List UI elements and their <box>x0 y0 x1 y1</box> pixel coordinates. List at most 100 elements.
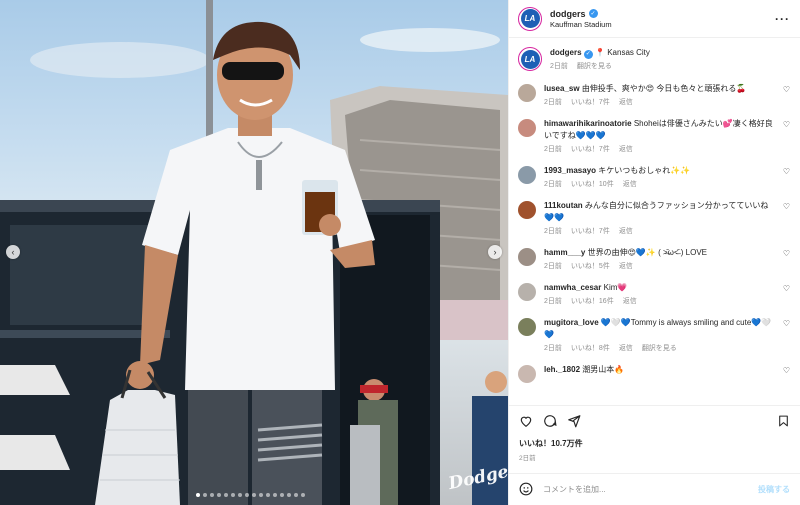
dodgers-logo: LA <box>520 49 540 69</box>
carousel-dot <box>301 493 305 497</box>
bookmark-icon[interactable] <box>777 414 790 430</box>
heart-icon[interactable]: ♡ <box>778 284 790 293</box>
commenter-avatar[interactable] <box>518 119 536 137</box>
comment-time[interactable]: 2日前 <box>544 296 562 306</box>
carousel-dot <box>294 493 298 497</box>
comment-time[interactable]: 2日前 <box>544 343 562 353</box>
reply-button[interactable]: 返信 <box>623 179 637 189</box>
comment-username[interactable]: 111koutan <box>544 201 583 210</box>
reply-button[interactable]: 返信 <box>623 296 637 306</box>
carousel-dot <box>231 493 235 497</box>
comment-time[interactable]: 2日前 <box>544 97 562 107</box>
comment-like-count[interactable]: いいね！8件 <box>571 343 610 353</box>
comment-item: 1993_masayo キケいつもおしゃれ✨✨ 2日前 いいね！10件 返信 ♡ <box>518 165 790 189</box>
carousel-dot <box>273 493 277 497</box>
heart-icon[interactable]: ♡ <box>778 366 790 375</box>
comment-like-count[interactable]: いいね！7件 <box>571 144 610 154</box>
share-icon[interactable] <box>567 414 581 430</box>
commenter-avatar[interactable] <box>518 84 536 102</box>
commenter-avatar[interactable] <box>518 365 536 383</box>
commenter-avatar[interactable] <box>518 166 536 184</box>
comment-username[interactable]: leh._1802 <box>544 365 580 374</box>
carousel-dot <box>196 493 200 497</box>
post-header: LA dodgers ✓ Kauffman Stadium ··· <box>509 0 800 38</box>
reply-button[interactable]: 返信 <box>619 343 633 353</box>
comment-like-count[interactable]: いいね！7件 <box>571 226 610 236</box>
heart-icon[interactable]: ♡ <box>778 120 790 129</box>
carousel-dot <box>266 493 270 497</box>
comment-like-count[interactable]: いいね！5件 <box>571 261 610 271</box>
post-date: 2日前 <box>519 455 536 462</box>
comment-item: himawarihikarinoatorie Shoheiは俳優さんみたい💕凄く… <box>518 118 790 154</box>
commenter-avatar[interactable] <box>518 318 536 336</box>
heart-icon[interactable]: ♡ <box>778 202 790 211</box>
comment-username[interactable]: himawarihikarinoatorie <box>544 119 632 128</box>
avatar[interactable]: LA <box>518 6 542 31</box>
reply-button[interactable]: 返信 <box>619 226 633 236</box>
heart-icon[interactable]: ♡ <box>778 167 790 176</box>
carousel-dot <box>217 493 221 497</box>
comment-username[interactable]: mugitora_love <box>544 318 599 327</box>
comment-username[interactable]: lusea_sw <box>544 84 580 93</box>
reply-button[interactable]: 返信 <box>619 97 633 107</box>
photo-illustration <box>0 0 508 505</box>
carousel-dot <box>280 493 284 497</box>
like-count[interactable]: いいね！10.7万件 <box>519 438 790 449</box>
comment-input[interactable]: コメントを追加... <box>543 484 758 495</box>
reply-button[interactable]: 返信 <box>619 144 633 154</box>
commenter-avatar[interactable] <box>518 283 536 301</box>
comment-username[interactable]: hamm___y <box>544 248 585 257</box>
commenter-avatar[interactable] <box>518 248 536 266</box>
carousel-dot <box>210 493 214 497</box>
caption-time[interactable]: 2日前 <box>550 61 568 71</box>
heart-icon[interactable]: ♡ <box>778 319 790 328</box>
post-side-panel: LA dodgers ✓ Kauffman Stadium ··· LA dod… <box>508 0 800 505</box>
post-comment-button[interactable]: 投稿する <box>758 484 790 495</box>
comment-like-count[interactable]: いいね！16件 <box>571 296 614 306</box>
comment-text: 潮男山本🔥 <box>582 365 625 374</box>
comment-time[interactable]: 2日前 <box>544 144 562 154</box>
carousel-dot <box>224 493 228 497</box>
comment-icon[interactable] <box>543 414 557 430</box>
heart-icon[interactable] <box>519 414 533 430</box>
comment-time[interactable]: 2日前 <box>544 226 562 236</box>
comment-like-count[interactable]: いいね！10件 <box>571 179 614 189</box>
comment-item: mugitora_love 💙🤍💙Tommy is always smiling… <box>518 317 790 353</box>
chevron-right-icon[interactable]: › <box>488 245 502 259</box>
dodgers-logo: LA <box>520 9 540 28</box>
more-horizontal-icon[interactable]: ··· <box>775 12 790 26</box>
chevron-left-icon[interactable]: ‹ <box>6 245 20 259</box>
commenter-avatar[interactable] <box>518 201 536 219</box>
see-translation-link[interactable]: 翻訳を見る <box>642 343 677 353</box>
verified-badge-icon: ✓ <box>583 49 593 59</box>
comment-time[interactable]: 2日前 <box>544 261 562 271</box>
comment-text: 世界の由伸😍💙✨ ( ˃̶᷄ω˂̶᷅ ) LOVE <box>587 248 708 257</box>
comment-items: lusea_sw 由伸投手、爽やか😍 今日も色々と頑張れる🍒 2日前 いいね！7… <box>518 83 790 383</box>
caption-text: 📍 Kansas City <box>595 48 650 57</box>
reply-button[interactable]: 返信 <box>619 261 633 271</box>
comment-text: 由伸投手、爽やか😍 今日も色々と頑張れる🍒 <box>581 84 747 93</box>
heart-icon[interactable]: ♡ <box>778 249 790 258</box>
add-comment-bar: コメントを追加... 投稿する <box>509 473 800 505</box>
comment-username[interactable]: 1993_masayo <box>544 166 596 175</box>
comment-time[interactable]: 2日前 <box>544 179 562 189</box>
avatar[interactable]: LA <box>518 47 542 71</box>
comments-list[interactable]: LA dodgers ✓ 📍 Kansas City 2日前 翻訳を見る lus… <box>509 38 800 405</box>
caption-username[interactable]: dodgers <box>550 48 582 57</box>
post-photo[interactable]: ‹ › Dodgers <box>0 0 508 505</box>
comment-username[interactable]: namwha_cesar <box>544 283 601 292</box>
carousel-indicator <box>196 493 305 497</box>
post-caption: LA dodgers ✓ 📍 Kansas City 2日前 翻訳を見る <box>518 47 790 71</box>
comment-like-count[interactable]: いいね！7件 <box>571 97 610 107</box>
carousel-dot <box>259 493 263 497</box>
carousel-dot <box>252 493 256 497</box>
heart-icon[interactable]: ♡ <box>778 85 790 94</box>
post-location[interactable]: Kauffman Stadium <box>550 20 775 29</box>
comment-item: 111koutan みんな自分に似合うファッション分かってていいね💙💙 2日前 … <box>518 200 790 236</box>
comment-text: キケいつもおしゃれ✨✨ <box>598 166 691 175</box>
emoji-icon[interactable] <box>519 482 533 498</box>
comment-item: leh._1802 潮男山本🔥 ♡ <box>518 364 790 383</box>
carousel-dot <box>203 493 207 497</box>
post-username[interactable]: dodgers <box>550 9 586 19</box>
see-translation-link[interactable]: 翻訳を見る <box>577 61 612 71</box>
